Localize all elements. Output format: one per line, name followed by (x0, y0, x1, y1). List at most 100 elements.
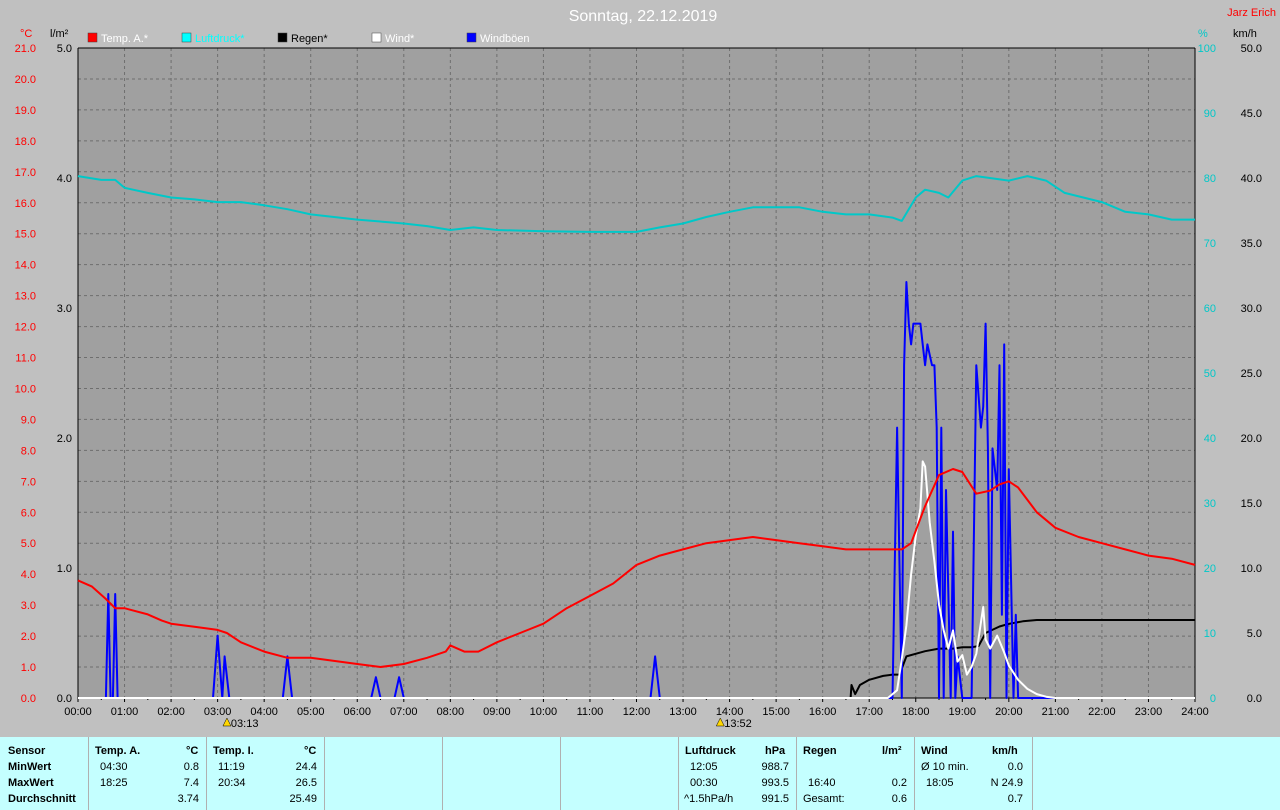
stats-divider (560, 737, 561, 810)
pressure-axis-tick-label: 50 (1204, 368, 1216, 380)
wind-axis-tick-label: 20.0 (1241, 433, 1262, 445)
x-tick-label: 15:00 (762, 706, 790, 718)
stats-divider (678, 737, 679, 810)
wind-min-value: 0.0 (1007, 761, 1023, 773)
stats-divider (796, 737, 797, 810)
sun-marker-icon (222, 717, 232, 727)
temp-axis-tick-label: 8.0 (21, 445, 36, 457)
rain-axis-tick-label: 4.0 (57, 173, 72, 185)
legend-label: Wind* (385, 33, 415, 45)
wind-max-time: 18:05 (926, 777, 954, 789)
temp-axis-tick-label: 19.0 (15, 105, 36, 117)
wind-axis-unit: km/h (1233, 28, 1257, 40)
pressure-unit: hPa (765, 745, 786, 757)
pressure-axis-tick-label: 20 (1204, 563, 1216, 575)
legend-label: Luftdruck* (195, 33, 245, 45)
legend-label: Regen* (291, 33, 328, 45)
x-tick-label: 22:00 (1088, 706, 1116, 718)
temp-axis-tick-label: 2.0 (21, 631, 36, 643)
pressure-axis-tick-label: 40 (1204, 433, 1216, 445)
x-tick-label: 11:00 (577, 706, 604, 718)
x-tick-label: 20:00 (995, 706, 1023, 718)
temp-axis-tick-label: 16.0 (15, 198, 36, 210)
sun-marker-icon (715, 717, 725, 727)
temp-axis-tick-label: 1.0 (21, 662, 36, 674)
rain-total-label: Gesamt: (803, 793, 845, 805)
wind-unit: km/h (992, 745, 1018, 757)
legend-swatch (277, 32, 288, 43)
wind-header: Wind (921, 745, 948, 757)
stats-divider (206, 737, 207, 810)
temp-axis-tick-label: 17.0 (15, 167, 36, 179)
pressure-axis-tick-label: 0 (1210, 693, 1216, 705)
x-tick-label: 10:00 (530, 706, 558, 718)
rain-max-time: 16:40 (808, 777, 836, 789)
wind-axis-tick-label: 0.0 (1247, 693, 1262, 705)
x-tick-label: 17:00 (855, 706, 883, 718)
temp-a-header: Temp. A. (95, 745, 141, 757)
temp-a-avg-value: 3.74 (177, 793, 199, 805)
x-tick-label: 03:00 (204, 706, 232, 718)
temp-axis-tick-label: 21.0 (15, 43, 36, 55)
wind-axis-tick-label: 35.0 (1241, 238, 1262, 250)
temp-a-min-value: 0.8 (183, 761, 199, 773)
weather-chart: 00:00 01:00 02:00 03:00 04:00 05:00 06:00 07:00… (15, 7, 1276, 730)
wind-avg-value: 0.7 (1007, 793, 1023, 805)
temp-axis-tick-label: 18.0 (15, 136, 36, 148)
temp-i-header: Temp. I. (213, 745, 254, 757)
temp-i-max-time: 20:34 (218, 777, 246, 789)
x-tick-label: 09:00 (483, 706, 511, 718)
sun-marker-label: 03:13 (231, 718, 259, 730)
author-label: Jarz Erich (1227, 7, 1276, 19)
temp-i-min-value: 24.4 (295, 761, 317, 773)
rain-axis-tick-label: 5.0 (57, 43, 72, 55)
temp-i-min-time: 11:19 (218, 761, 245, 773)
temp-i-max-value: 26.5 (295, 777, 317, 789)
pressure-header: Luftdruck (685, 745, 736, 757)
stats-divider (442, 737, 443, 810)
temp-axis-tick-label: 11.0 (15, 353, 36, 365)
rain-max-value: 0.2 (891, 777, 907, 789)
pressure-trend-label: ^1.5hPa/h (684, 793, 734, 805)
temp-axis-tick-label: 15.0 (15, 229, 36, 241)
temp-axis-tick-label: 6.0 (21, 507, 36, 519)
x-tick-label: 19:00 (949, 706, 977, 718)
legend-swatch (466, 32, 477, 43)
x-tick-label: 18:00 (902, 706, 930, 718)
legend-swatch (371, 32, 382, 43)
chart-title: Sonntag, 22.12.2019 (569, 8, 718, 25)
temp-axis-tick-label: 13.0 (15, 291, 36, 303)
stats-divider (914, 737, 915, 810)
wind-axis-tick-label: 5.0 (1247, 628, 1262, 640)
pressure-axis-tick-label: 10 (1204, 628, 1216, 640)
x-tick-label: 07:00 (390, 706, 418, 718)
x-tick-label: 24:00 (1181, 706, 1209, 718)
x-tick-label: 00:00 (64, 706, 92, 718)
pressure-axis-tick-label: 80 (1204, 173, 1216, 185)
temp-a-unit: °C (186, 745, 199, 757)
stats-divider (1032, 737, 1033, 810)
row-label-min: MinWert (8, 761, 52, 773)
legend-label: Temp. A.* (101, 33, 149, 45)
wind-axis-tick-label: 40.0 (1241, 173, 1262, 185)
temp-a-max-time: 18:25 (100, 777, 128, 789)
x-tick-label: 04:00 (250, 706, 278, 718)
row-label-max: MaxWert (8, 777, 54, 789)
stats-divider (88, 737, 89, 810)
sun-markers: 03:13 13:52 (222, 717, 752, 730)
x-tick-label: 14:00 (716, 706, 744, 718)
x-tick-label: 23:00 (1135, 706, 1163, 718)
temp-axis-tick-label: 10.0 (15, 383, 36, 395)
wind-axis-tick-label: 50.0 (1241, 43, 1262, 55)
pressure-axis-tick-label: 90 (1204, 108, 1216, 120)
temp-axis-tick-label: 14.0 (15, 260, 36, 272)
legend-label: Windböen (480, 33, 530, 45)
stats-divider (324, 737, 325, 810)
wind-axis-tick-label: 10.0 (1241, 563, 1262, 575)
rain-header: Regen (803, 745, 837, 757)
x-tick-label: 12:00 (623, 706, 651, 718)
temp-axis-tick-label: 5.0 (21, 538, 36, 550)
row-label-avg: Durchschnitt (8, 793, 76, 805)
legend-swatch (87, 32, 98, 43)
rain-axis-tick-label: 1.0 (57, 563, 72, 575)
